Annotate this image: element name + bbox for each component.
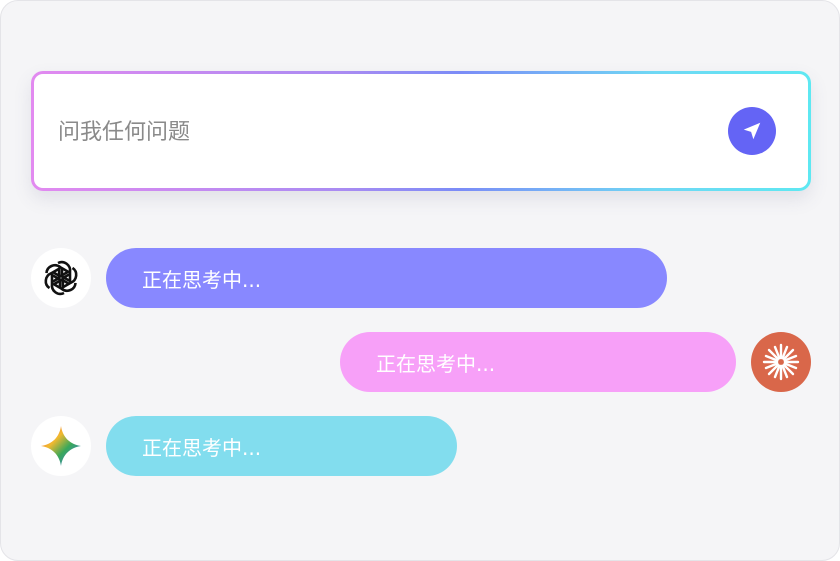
search-box-inner	[34, 74, 808, 188]
openai-logo-icon	[44, 260, 78, 296]
openai-avatar	[31, 248, 91, 308]
claude-avatar	[751, 332, 811, 392]
chat-card: 正在思考中... 正在思考中...	[0, 0, 840, 561]
message-text: 正在思考中...	[142, 267, 262, 292]
gemini-sparkle-icon	[41, 426, 81, 466]
message-text: 正在思考中...	[376, 351, 496, 376]
claude-logo-icon	[762, 343, 800, 381]
send-arrow-icon	[743, 122, 761, 140]
gemini-avatar	[31, 416, 91, 476]
search-box	[31, 71, 811, 191]
message-bubble: 正在思考中...	[106, 248, 667, 308]
message-bubble: 正在思考中...	[106, 416, 457, 476]
send-button[interactable]	[728, 107, 776, 155]
search-input[interactable]	[56, 102, 700, 162]
message-text: 正在思考中...	[142, 435, 262, 460]
message-bubble: 正在思考中...	[340, 332, 736, 392]
